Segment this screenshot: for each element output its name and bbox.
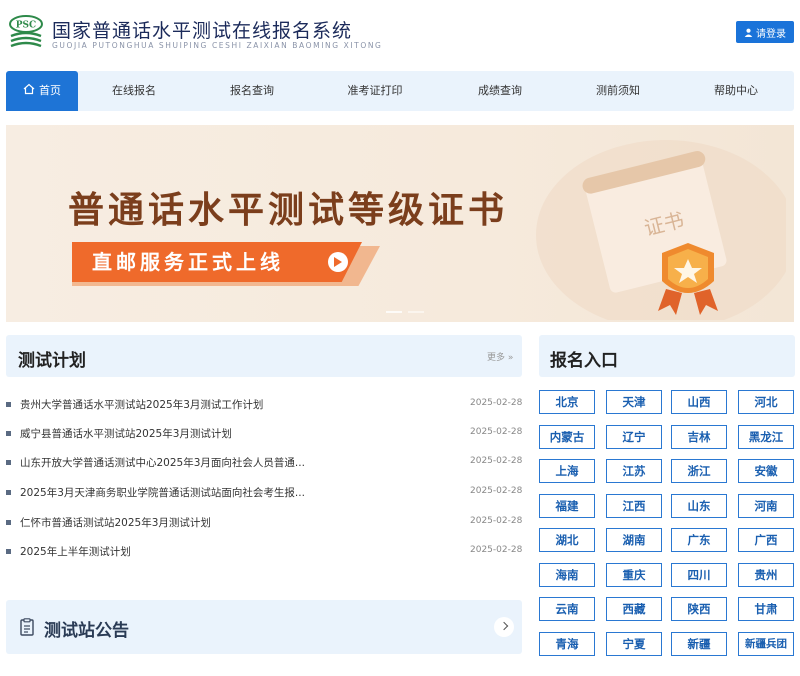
plan-item-date: 2025-02-28: [470, 545, 523, 555]
province-button[interactable]: 福建: [539, 493, 595, 518]
carousel-dot[interactable]: [408, 311, 424, 313]
list-item[interactable]: 威宁县普通话水平测试站2025年3月测试计划 2025-02-28: [6, 424, 522, 444]
nav-score-query[interactable]: 成绩查询: [450, 71, 550, 111]
list-item[interactable]: 山东开放大学普通话测试中心2025年3月面向社会人员普通... 2025-02-…: [6, 453, 522, 473]
province-button[interactable]: 江西: [606, 493, 662, 518]
bullet-icon: [6, 402, 11, 407]
plan-item-date: 2025-02-28: [470, 398, 523, 408]
promo-banner[interactable]: 证书 普通话水平测试等级证书 直邮服务正式上线: [6, 125, 794, 322]
province-button[interactable]: 安徽: [738, 459, 794, 483]
province-button[interactable]: 陕西: [671, 597, 727, 621]
banner-title: 普通话水平测试等级证书: [68, 189, 509, 231]
plan-item-title: 威宁县普通话水平测试站2025年3月测试计划: [20, 428, 232, 440]
main-nav: 首页 在线报名 报名查询 准考证打印 成绩查询 测前须知 帮助中心: [6, 71, 794, 111]
province-button[interactable]: 云南: [539, 597, 595, 621]
bullet-icon: [6, 549, 11, 554]
psc-logo[interactable]: PSC: [8, 14, 44, 50]
province-button[interactable]: 辽宁: [606, 424, 662, 449]
test-plan-title: 测试计划: [18, 351, 86, 371]
list-item[interactable]: 2025年上半年测试计划 2025-02-28: [6, 542, 522, 562]
chevron-right-icon[interactable]: [494, 617, 514, 637]
province-button[interactable]: 海南: [539, 562, 595, 587]
province-button[interactable]: 重庆: [606, 562, 662, 587]
nav-help-center[interactable]: 帮助中心: [686, 71, 786, 111]
province-button[interactable]: 广东: [671, 528, 727, 552]
registration-title: 报名入口: [550, 351, 618, 371]
province-button[interactable]: 黑龙江: [738, 424, 794, 449]
province-button[interactable]: 贵州: [738, 562, 794, 587]
banner-subtitle: 直邮服务正式上线: [92, 250, 284, 274]
document-icon: [20, 618, 34, 636]
plan-item-date: 2025-02-28: [470, 486, 523, 496]
province-button[interactable]: 甘肃: [738, 597, 794, 621]
nav-admission-ticket[interactable]: 准考证打印: [322, 71, 428, 111]
province-button[interactable]: 新疆兵团: [738, 631, 794, 656]
province-button[interactable]: 湖北: [539, 528, 595, 552]
certificate-illustration: 证书: [536, 140, 786, 320]
nav-registration-query[interactable]: 报名查询: [202, 71, 302, 111]
plan-item-date: 2025-02-28: [470, 427, 523, 437]
notice-title: 测试站公告: [44, 621, 129, 641]
logo-text: PSC: [16, 21, 36, 31]
province-button[interactable]: 河南: [738, 493, 794, 518]
nav-pre-test-notice[interactable]: 测前须知: [568, 71, 668, 111]
province-button[interactable]: 山西: [671, 390, 727, 414]
home-icon: [23, 83, 35, 95]
site-header: PSC 国家普通话水平测试在线报名系统 GUOJIA PUTONGHUA SHU…: [0, 0, 800, 64]
bullet-icon: [6, 431, 11, 436]
list-item[interactable]: 仁怀市普通话测试站2025年3月测试计划 2025-02-28: [6, 513, 522, 533]
province-button[interactable]: 青海: [539, 631, 595, 656]
province-button[interactable]: 湖南: [606, 528, 662, 552]
nav-home[interactable]: 首页: [6, 71, 78, 111]
site-title: 国家普通话水平测试在线报名系统: [52, 20, 353, 42]
province-button[interactable]: 内蒙古: [539, 424, 595, 449]
nav-home-label: 首页: [39, 84, 61, 97]
nav-online-registration[interactable]: 在线报名: [84, 71, 184, 111]
province-button[interactable]: 江苏: [606, 459, 662, 483]
plan-item-title: 2025年3月天津商务职业学院普通话测试站面向社会考生报...: [20, 487, 305, 499]
plan-item-title: 贵州大学普通话水平测试站2025年3月测试工作计划: [20, 399, 264, 411]
carousel-dots[interactable]: [386, 311, 426, 313]
province-button[interactable]: 浙江: [671, 459, 727, 483]
province-button[interactable]: 西藏: [606, 597, 662, 621]
site-pinyin: GUOJIA PUTONGHUA SHUIPING CESHI ZAIXIAN …: [52, 41, 383, 50]
province-button[interactable]: 新疆: [671, 631, 727, 656]
plan-item-title: 2025年上半年测试计划: [20, 546, 131, 558]
login-button[interactable]: 请登录: [736, 21, 794, 43]
province-button[interactable]: 河北: [738, 390, 794, 414]
province-button[interactable]: 上海: [539, 459, 595, 483]
plan-item-date: 2025-02-28: [470, 516, 523, 526]
login-label: 请登录: [756, 28, 786, 40]
province-button[interactable]: 北京: [539, 390, 595, 414]
arrow-right-icon: [328, 252, 348, 272]
plan-item-title: 山东开放大学普通话测试中心2025年3月面向社会人员普通...: [20, 457, 305, 469]
province-button[interactable]: 四川: [671, 562, 727, 587]
plan-item-date: 2025-02-28: [470, 456, 523, 466]
user-icon: [744, 28, 753, 37]
bullet-icon: [6, 490, 11, 495]
province-button[interactable]: 山东: [671, 493, 727, 518]
province-button[interactable]: 天津: [606, 390, 662, 414]
list-item[interactable]: 贵州大学普通话水平测试站2025年3月测试工作计划 2025-02-28: [6, 395, 522, 415]
test-plan-more-link[interactable]: 更多 »: [487, 350, 513, 363]
list-item[interactable]: 2025年3月天津商务职业学院普通话测试站面向社会考生报... 2025-02-…: [6, 483, 522, 503]
bullet-icon: [6, 460, 11, 465]
province-button[interactable]: 吉林: [671, 424, 727, 449]
province-button[interactable]: 广西: [738, 528, 794, 552]
province-button[interactable]: 宁夏: [606, 631, 662, 656]
carousel-dot[interactable]: [386, 311, 402, 313]
bullet-icon: [6, 520, 11, 525]
plan-item-title: 仁怀市普通话测试站2025年3月测试计划: [20, 517, 211, 529]
